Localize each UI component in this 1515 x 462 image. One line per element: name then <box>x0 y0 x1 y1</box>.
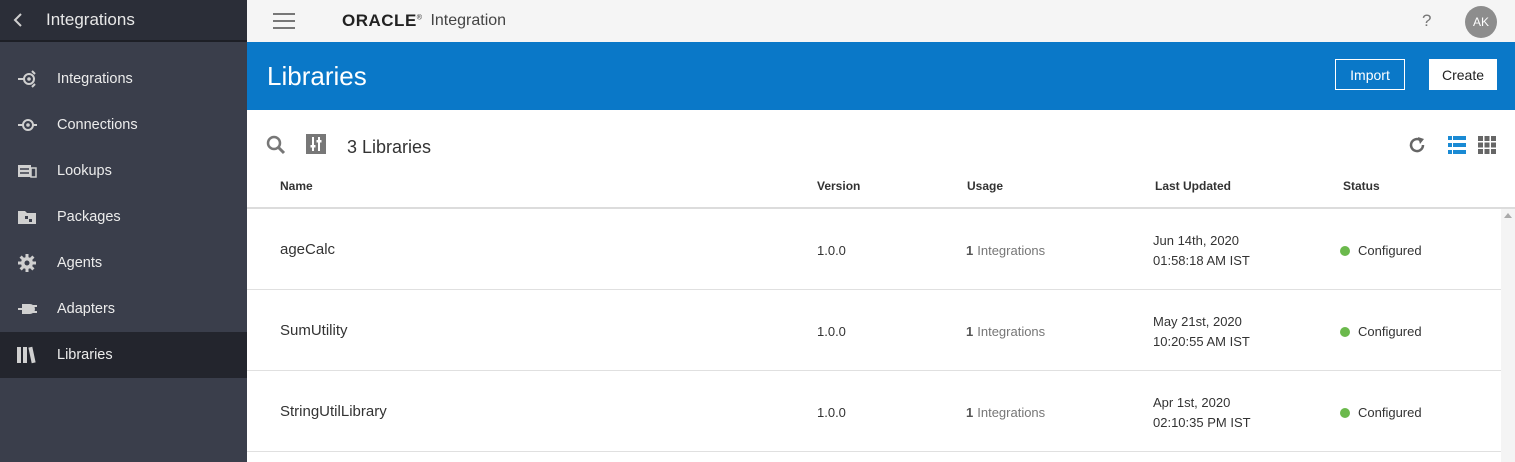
status-badge: Configured <box>1340 405 1422 420</box>
status-badge: Configured <box>1340 324 1422 339</box>
hamburger-menu-icon[interactable] <box>273 13 295 29</box>
status-dot-icon <box>1340 245 1350 256</box>
sidebar-item-label: Packages <box>57 209 121 225</box>
sidebar-item-connections[interactable]: Connections <box>0 102 247 148</box>
sidebar-nav: Integrations Connections Lookups Package… <box>0 56 247 378</box>
page-header: Libraries Import Create <box>247 42 1515 110</box>
sidebar-item-integrations[interactable]: Integrations <box>0 56 247 102</box>
lookups-icon <box>16 160 38 182</box>
column-header-usage[interactable]: Usage <box>967 179 1003 193</box>
back-button[interactable] <box>0 0 36 41</box>
sidebar-item-agents[interactable]: Agents <box>0 240 247 286</box>
sidebar-title: Integrations <box>46 10 135 29</box>
sidebar-item-label: Adapters <box>57 301 116 317</box>
top-bar: ORACLE® Integration ? AK <box>247 0 1515 42</box>
library-name[interactable]: SumUtility <box>280 322 348 339</box>
filter-icon[interactable] <box>306 134 326 159</box>
sidebar-item-packages[interactable]: Packages <box>0 194 247 240</box>
table-row[interactable]: StringUtilLibrary 1.0.0 1 Integrations Ap… <box>247 371 1501 452</box>
grid-view-icon[interactable] <box>1478 136 1496 159</box>
plug-icon <box>16 298 38 320</box>
sidebar-item-label: Connections <box>57 117 138 133</box>
library-list: ageCalc 1.0.0 1 Integrations Jun 14th, 20… <box>247 209 1501 452</box>
libraries-icon <box>16 344 38 366</box>
sidebar-item-lookups[interactable]: Lookups <box>0 148 247 194</box>
library-count: 3 Libraries <box>347 137 432 157</box>
scroll-up-arrow-icon[interactable] <box>1504 213 1512 218</box>
connections-icon <box>16 114 38 136</box>
help-icon[interactable]: ? <box>1422 11 1431 31</box>
column-header-version[interactable]: Version <box>817 179 860 193</box>
column-header-last-updated[interactable]: Last Updated <box>1155 179 1231 193</box>
library-usage[interactable]: 1 Integrations <box>966 324 1045 339</box>
last-updated: Apr 1st, 2020 02:10:35 PM IST <box>1153 395 1251 430</box>
integrations-icon <box>16 68 38 90</box>
chevron-left-icon <box>13 13 22 27</box>
column-header-status[interactable]: Status <box>1343 179 1380 193</box>
import-button[interactable]: Import <box>1335 59 1405 90</box>
page-title: Libraries <box>267 61 367 91</box>
library-version: 1.0.0 <box>817 324 846 339</box>
table-row[interactable]: SumUtility 1.0.0 1 Integrations May 21st,… <box>247 290 1501 371</box>
search-icon[interactable] <box>266 135 286 160</box>
sidebar-header: Integrations <box>0 0 247 42</box>
sidebar-item-label: Agents <box>57 255 103 271</box>
library-name[interactable]: ageCalc <box>280 241 335 258</box>
last-updated: Jun 14th, 2020 01:58:18 AM IST <box>1153 233 1250 268</box>
table-header: Name Version Usage Last Updated Status <box>247 175 1515 209</box>
sidebar-item-libraries[interactable]: Libraries <box>0 332 247 378</box>
sidebar-item-label: Libraries <box>57 347 113 363</box>
status-dot-icon <box>1340 326 1350 337</box>
library-usage[interactable]: 1 Integrations <box>966 405 1045 420</box>
list-view-icon[interactable] <box>1448 136 1466 159</box>
last-updated: May 21st, 2020 10:20:55 AM IST <box>1153 314 1250 349</box>
product-name: Integration <box>430 12 507 29</box>
packages-icon <box>16 206 38 228</box>
vertical-scrollbar[interactable] <box>1501 209 1515 462</box>
list-toolbar: 3 Libraries <box>247 110 1515 175</box>
sidebar-item-label: Integrations <box>57 71 133 87</box>
refresh-icon[interactable] <box>1407 135 1427 160</box>
oracle-logo: ORACLE® <box>342 11 423 30</box>
sidebar: Integrations Integrations Connections Lo… <box>0 0 247 462</box>
status-dot-icon <box>1340 407 1350 418</box>
column-header-name[interactable]: Name <box>280 179 313 193</box>
library-name[interactable]: StringUtilLibrary <box>280 403 387 420</box>
library-version: 1.0.0 <box>817 243 846 258</box>
create-button[interactable]: Create <box>1429 59 1497 90</box>
library-version: 1.0.0 <box>817 405 846 420</box>
table-row[interactable]: ageCalc 1.0.0 1 Integrations Jun 14th, 20… <box>247 209 1501 290</box>
status-badge: Configured <box>1340 243 1422 258</box>
library-usage[interactable]: 1 Integrations <box>966 243 1045 258</box>
gear-icon <box>16 252 38 274</box>
sidebar-item-adapters[interactable]: Adapters <box>0 286 247 332</box>
avatar[interactable]: AK <box>1465 6 1497 38</box>
sidebar-item-label: Lookups <box>57 163 112 179</box>
